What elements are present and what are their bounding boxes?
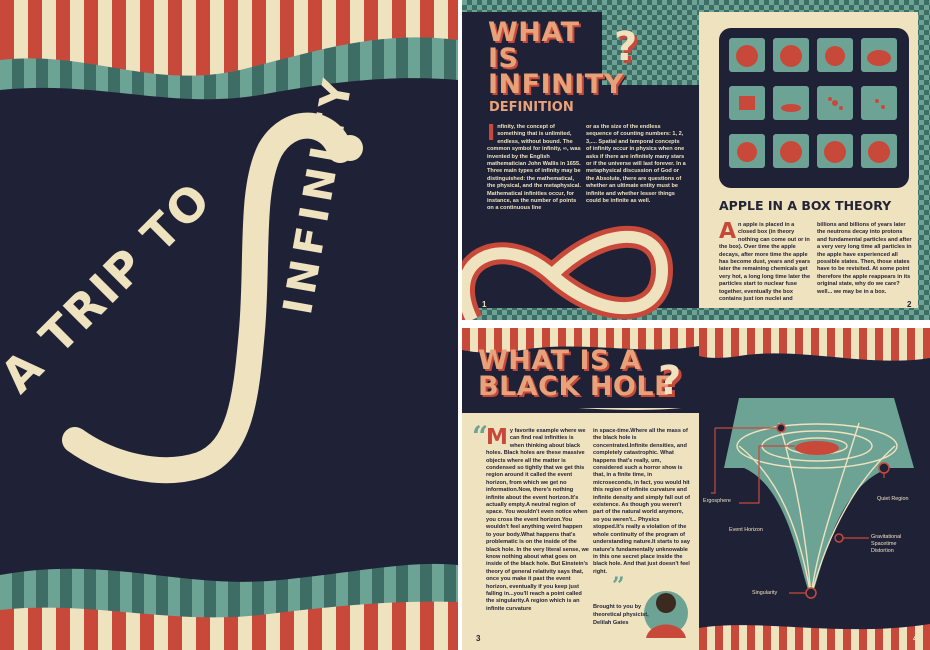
page1-question-mark: ? bbox=[614, 24, 638, 70]
page1-number: 1 bbox=[482, 300, 487, 309]
page3-drop-cap: M bbox=[486, 428, 508, 450]
page2-heading: APPLE IN A BOX THEORY bbox=[719, 198, 892, 213]
label-distortion-line1: Gravitational bbox=[871, 534, 902, 540]
page2-drop-cap: A bbox=[719, 222, 737, 244]
label-event-horizon: Event Horizon bbox=[729, 527, 763, 533]
page1-heading: WHAT IS INFINITY bbox=[488, 17, 624, 100]
credit-line-2: theoretical physicist, bbox=[593, 612, 649, 618]
page1-section-title: DEFINITION bbox=[489, 100, 574, 115]
page1-drop-cap: I bbox=[487, 124, 496, 146]
page2-col2: billions and billions of years later the… bbox=[817, 222, 912, 295]
black-hole-diagram bbox=[699, 328, 930, 650]
page3-col1-text: y favorite example where we can find rea… bbox=[486, 428, 589, 612]
page-2: APPLE IN A BOX THEORY An apple is placed… bbox=[699, 0, 930, 320]
cover-page: A TRIP TO INFINITY bbox=[0, 0, 458, 650]
page-3: WHAT IS A BLACK HOLE ? “ My favorite exa… bbox=[462, 328, 699, 650]
page-4: Ergosphere Event Horizon Quiet Region Gr… bbox=[699, 328, 930, 650]
page4-number: 4 bbox=[913, 634, 918, 643]
close-quote-mark: ” bbox=[612, 573, 625, 599]
page3-number: 3 bbox=[476, 634, 481, 643]
credit-line-1: Brought to you by bbox=[593, 604, 642, 610]
page2-col1: An apple is placed in a closed box (in t… bbox=[719, 222, 813, 302]
label-distortion-line2: Spacetime bbox=[871, 541, 897, 547]
label-singularity: Singularity bbox=[752, 590, 778, 596]
page1-col1-text: nfinity, the concept of something that i… bbox=[487, 124, 581, 212]
credit-line-3: Delilah Gates bbox=[593, 620, 629, 626]
label-distortion-line3: Distortion bbox=[871, 548, 894, 554]
page3-question-mark: ? bbox=[658, 358, 682, 404]
page3-heading-line2: BLACK HOLE bbox=[478, 371, 674, 402]
page-divider-horizontal bbox=[462, 320, 930, 328]
page1-col2: or as the size of the endless sequence o… bbox=[586, 124, 686, 205]
page3-col2: in space-time.Where all the mass of the … bbox=[593, 428, 690, 575]
page1-col1: Infinity, the concept of something that … bbox=[487, 124, 582, 232]
page2-number: 2 bbox=[907, 300, 912, 309]
page-1: WHAT IS INFINITY ? DEFINITION Infinity, … bbox=[462, 0, 699, 320]
label-ergosphere: Ergosphere bbox=[703, 498, 731, 504]
label-quiet-region: Quiet Region bbox=[877, 496, 909, 502]
page3-col1: My favorite example where we can find re… bbox=[486, 428, 589, 642]
